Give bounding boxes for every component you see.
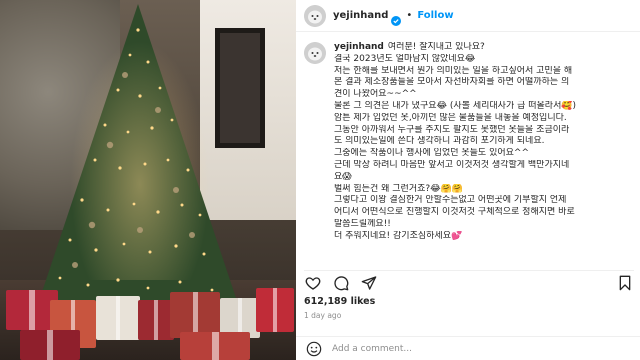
caption-line: 본 결과 제소장품들을 모아서 자선바자회를 하면 어떨까하는 의 [334, 77, 570, 88]
caption-line: 말씀드릴께요!! [334, 218, 391, 229]
caption-line: 여러분! 잘지내고 있나요? [387, 42, 485, 52]
comment-icon[interactable] [332, 274, 350, 292]
caption-line: 요😱 [334, 171, 352, 182]
verified-badge-icon [391, 11, 402, 26]
caption-line: 물론 그 의견은 내가 냈구요😂 (사볼 세리대사가 급 떠올라서🥰) [334, 100, 577, 111]
dog-avatar-icon [304, 4, 326, 27]
gift-box [96, 296, 140, 340]
gift-box [256, 288, 294, 332]
gift-box [20, 330, 80, 360]
caption-line: 그동안 아까워서 누구를 주지도 팔지도 못했던 옷들을 조금이라 [334, 124, 570, 135]
caption-line: 어디서 어떤식으로 진행할지 이것저것 구체적으로 정해지면 바로 [334, 207, 575, 218]
post-photo[interactable] [0, 0, 296, 360]
avatar[interactable] [304, 4, 326, 27]
likes-count[interactable]: 612,189 likes [304, 296, 375, 307]
post-actions [304, 270, 634, 292]
caption-text: yejinhand 여러분! 잘지내고 있나요? 결국 2023년도 얼마남지 않… [334, 42, 630, 243]
bookmark-icon[interactable] [616, 274, 634, 292]
emoji-icon[interactable] [306, 341, 322, 357]
caption-line: 도 의미있는일에 쓴다 생각하니 과감히 포기하게 되네요. [334, 136, 545, 147]
dog-avatar-icon [304, 42, 326, 64]
gift-box [138, 300, 174, 340]
caption-username[interactable]: yejinhand [334, 42, 384, 52]
caption-line: 저는 한해를 보내면서 뭔가 의미있는 일을 하고싶어서 고민을 해 [334, 65, 573, 76]
post-sidebar: yejinhand • Follow yejinhand 여러분! 잘지내고 있… [296, 0, 640, 360]
header-username[interactable]: yejinhand [333, 10, 388, 21]
separator-dot: • [406, 10, 413, 21]
post-caption: yejinhand 여러분! 잘지내고 있나요? 결국 2023년도 얼마남지 않… [304, 42, 634, 274]
post-header: yejinhand • Follow [296, 0, 640, 32]
caption-line: 그중에는 작품이나 행사에 입었던 옷들도 있어요^^ [334, 148, 529, 159]
heart-icon[interactable] [304, 274, 322, 292]
post-date[interactable]: 1 day ago [304, 311, 341, 320]
caption-line: 벌써 힘든건 왜 그런거죠?😂🤗🤗 [334, 183, 464, 194]
gift-box [180, 332, 250, 360]
caption-line: 견이 나왔어요~~^^ [334, 89, 417, 100]
caption-avatar[interactable] [304, 42, 326, 64]
comment-input[interactable] [332, 343, 602, 354]
follow-button[interactable]: Follow [417, 10, 453, 21]
comment-bar [296, 336, 640, 360]
caption-line: 결국 2023년도 얼마남지 않았네요😂 [334, 53, 476, 64]
caption-line: 근데 막상 하려니 마음만 앞서고 이것저것 생각할게 백만가지네 [334, 159, 570, 170]
caption-line: 그렇다고 이왕 결심한거 안할수는없고 어떤곳에 기부할지 언제 [334, 195, 567, 206]
share-icon[interactable] [360, 274, 378, 292]
caption-line: 암튼 제가 입었던 옷,아끼던 많은 물품들을 내놓을 예정입니다. [334, 112, 567, 123]
caption-line: 더 추워지네요! 감기조심하세요💕 [334, 230, 463, 241]
